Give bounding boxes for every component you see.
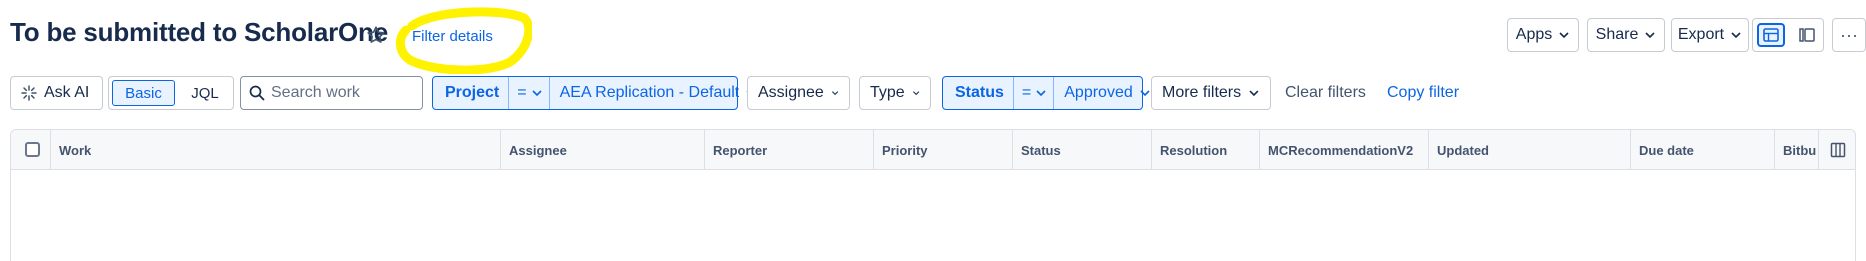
column-header-bitbucket[interactable]: Bitbu <box>1775 130 1819 170</box>
sparkle-icon <box>21 85 37 101</box>
more-filters-label: More filters <box>1162 84 1242 101</box>
select-all-checkbox[interactable] <box>25 142 40 157</box>
more-icon: ··· <box>1840 24 1858 45</box>
detail-view-icon <box>1799 28 1815 42</box>
search-input[interactable] <box>271 78 419 108</box>
share-button[interactable]: Share <box>1587 18 1665 52</box>
table-header: Work Assignee Reporter Priority Status R… <box>11 130 1855 170</box>
column-config-icon <box>1830 142 1846 158</box>
chevron-down-icon <box>1559 32 1569 39</box>
detail-view-button[interactable] <box>1793 23 1821 47</box>
column-header-status[interactable]: Status <box>1013 130 1152 170</box>
project-value-label: AEA Replication - Default <box>559 84 740 101</box>
ask-ai-label: Ask AI <box>44 84 90 101</box>
chevron-down-icon <box>1645 32 1655 39</box>
status-operator-label: = <box>1021 84 1032 101</box>
view-toggle <box>1752 18 1824 52</box>
assignee-filter-label: Assignee <box>758 84 824 101</box>
copy-filter-link[interactable]: Copy filter <box>1387 84 1459 102</box>
type-filter-label: Type <box>870 84 905 101</box>
apps-label: Apps <box>1515 26 1553 43</box>
column-header-updated[interactable]: Updated <box>1429 130 1631 170</box>
column-header-reporter[interactable]: Reporter <box>705 130 874 170</box>
clear-filters-button[interactable]: Clear filters <box>1285 84 1366 102</box>
type-filter[interactable]: Type <box>859 76 931 110</box>
project-operator-label: = <box>517 84 527 101</box>
status-operator[interactable]: = <box>1014 77 1055 109</box>
apps-button[interactable]: Apps <box>1507 18 1579 52</box>
work-table: Work Assignee Reporter Priority Status R… <box>10 129 1856 261</box>
chevron-down-icon <box>532 90 542 97</box>
chevron-down-icon <box>1140 90 1150 97</box>
search-box <box>240 76 423 110</box>
chevron-down-icon <box>831 91 839 96</box>
more-filters-button[interactable]: More filters <box>1151 76 1271 110</box>
search-icon <box>249 85 265 101</box>
ask-ai-button[interactable]: Ask AI <box>10 76 103 110</box>
column-header-priority[interactable]: Priority <box>874 130 1013 170</box>
chevron-down-icon <box>1731 32 1741 39</box>
search-mode-toggle: Basic JQL <box>108 76 234 110</box>
export-button[interactable]: Export <box>1671 18 1749 52</box>
list-view-icon <box>1763 28 1779 42</box>
project-filter-name: Project <box>433 77 510 109</box>
page-header: To be submitted to ScholarOne Filter det… <box>0 0 1866 74</box>
basic-mode-button[interactable]: Basic <box>112 80 175 106</box>
chevron-down-icon <box>1036 90 1046 97</box>
chevron-down-icon <box>1249 90 1259 97</box>
select-all-cell <box>11 130 51 170</box>
status-value[interactable]: Approved <box>1054 77 1161 109</box>
jql-mode-button[interactable]: JQL <box>179 80 231 106</box>
export-label: Export <box>1677 26 1725 43</box>
column-header-work[interactable]: Work <box>51 130 501 170</box>
list-view-button[interactable] <box>1757 23 1785 47</box>
share-label: Share <box>1595 26 1639 43</box>
star-icon[interactable] <box>365 24 387 46</box>
more-actions-button[interactable]: ··· <box>1832 18 1866 52</box>
status-filter[interactable]: Status = Approved <box>942 76 1150 110</box>
page-title: To be submitted to ScholarOne <box>10 17 388 47</box>
project-operator[interactable]: = <box>509 77 550 109</box>
column-config-button[interactable] <box>1819 130 1855 170</box>
filter-details-link[interactable]: Filter details <box>412 28 493 45</box>
project-filter[interactable]: Project = AEA Replication - Default <box>432 76 756 110</box>
column-header-assignee[interactable]: Assignee <box>501 130 705 170</box>
status-filter-name: Status <box>943 77 1014 109</box>
assignee-filter[interactable]: Assignee <box>747 76 850 110</box>
filter-bar: Ask AI Basic JQL Project = AEA Replicati… <box>0 76 1866 110</box>
column-header-due-date[interactable]: Due date <box>1631 130 1775 170</box>
status-value-label: Approved <box>1064 84 1133 101</box>
chevron-down-icon <box>912 91 920 96</box>
project-value[interactable]: AEA Replication - Default <box>550 77 768 109</box>
column-header-resolution[interactable]: Resolution <box>1152 130 1260 170</box>
column-header-mcrecommendationv2[interactable]: MCRecommendationV2 <box>1260 130 1429 170</box>
